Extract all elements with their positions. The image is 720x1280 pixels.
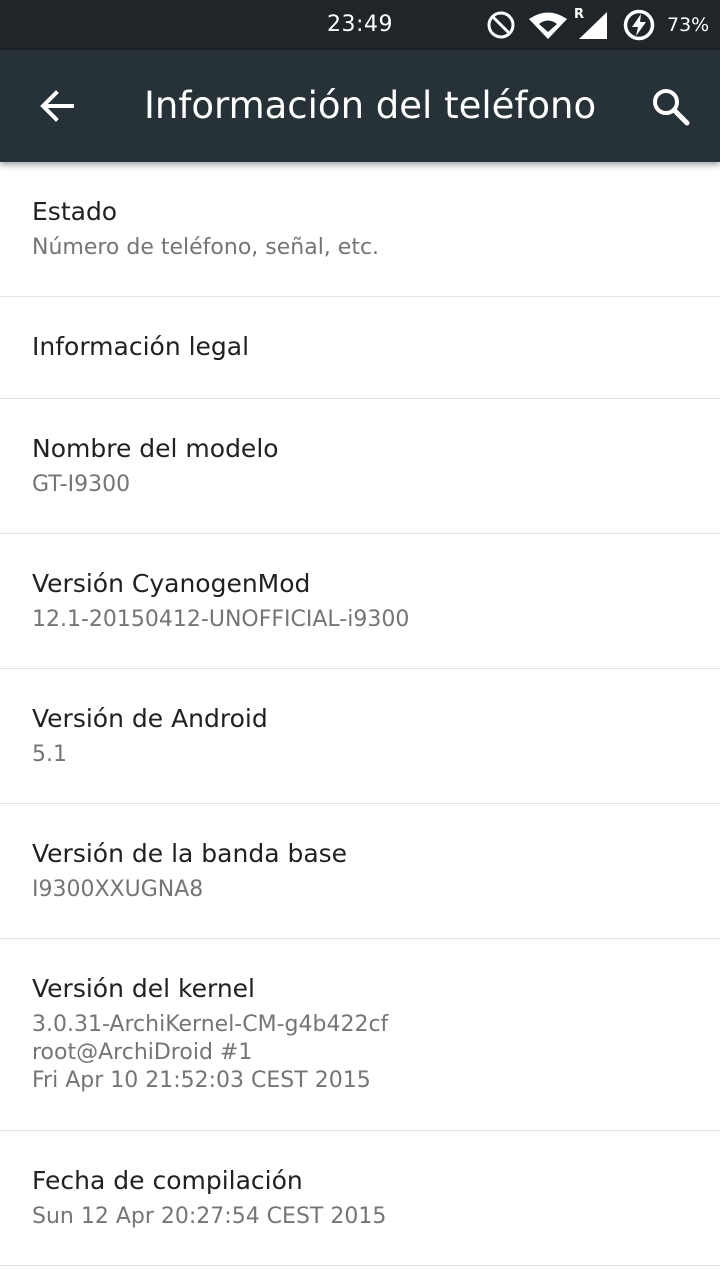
list-item-cyanogenmod-version[interactable]: Versión CyanogenMod 12.1-20150412-UNOFFI…	[0, 534, 720, 669]
list-item-title: Versión de Android	[32, 704, 268, 733]
list-item-summary-line: 3.0.31-ArchiKernel-CM-g4b422cf	[32, 1012, 389, 1037]
list-item-summary: GT-I9300	[32, 472, 131, 497]
search-icon[interactable]	[642, 78, 700, 136]
status-clock: 23:49	[327, 12, 393, 37]
list-item-summary: Sun 12 Apr 20:27:54 CEST 2015	[32, 1204, 387, 1229]
do-not-disturb-icon	[487, 11, 515, 39]
status-bar: 23:49 R 73%	[0, 0, 720, 50]
list-item-summary: 12.1-20150412-UNOFFICIAL-i9300	[32, 607, 410, 632]
list-item-model-name[interactable]: Nombre del modelo GT-I9300	[0, 399, 720, 534]
list-item-baseband-version[interactable]: Versión de la banda base I9300XXUGNA8	[0, 804, 720, 939]
settings-list: Estado Número de teléfono, señal, etc. I…	[0, 162, 720, 1266]
list-item-title: Versión CyanogenMod	[32, 569, 311, 598]
back-arrow-icon[interactable]	[28, 78, 84, 134]
list-item-summary: 5.1	[32, 742, 67, 767]
battery-charging-icon	[623, 9, 655, 41]
list-item-summary-line: root@ArchiDroid #1	[32, 1040, 253, 1065]
list-item-summary-line: Fri Apr 10 21:52:03 CEST 2015	[32, 1068, 371, 1093]
battery-percent: 73%	[667, 14, 710, 36]
list-item-legal[interactable]: Información legal	[0, 297, 720, 399]
list-item-build-date[interactable]: Fecha de compilación Sun 12 Apr 20:27:54…	[0, 1131, 720, 1266]
list-item-android-version[interactable]: Versión de Android 5.1	[0, 669, 720, 804]
list-item-title: Fecha de compilación	[32, 1166, 303, 1195]
list-item-estado[interactable]: Estado Número de teléfono, señal, etc.	[0, 162, 720, 297]
page-title: Información del teléfono	[144, 84, 597, 127]
list-item-summary: Número de teléfono, señal, etc.	[32, 235, 380, 260]
list-item-title: Estado	[32, 197, 118, 226]
wifi-icon	[529, 12, 567, 39]
list-item-kernel-version[interactable]: Versión del kernel 3.0.31-ArchiKernel-CM…	[0, 939, 720, 1131]
app-bar: Información del teléfono	[0, 50, 720, 162]
list-item-title: Versión del kernel	[32, 974, 255, 1003]
cell-signal-icon	[579, 12, 607, 39]
list-item-title: Versión de la banda base	[32, 839, 348, 868]
list-item-title: Información legal	[32, 332, 250, 361]
list-item-summary: I9300XXUGNA8	[32, 877, 204, 902]
list-item-title: Nombre del modelo	[32, 434, 279, 463]
